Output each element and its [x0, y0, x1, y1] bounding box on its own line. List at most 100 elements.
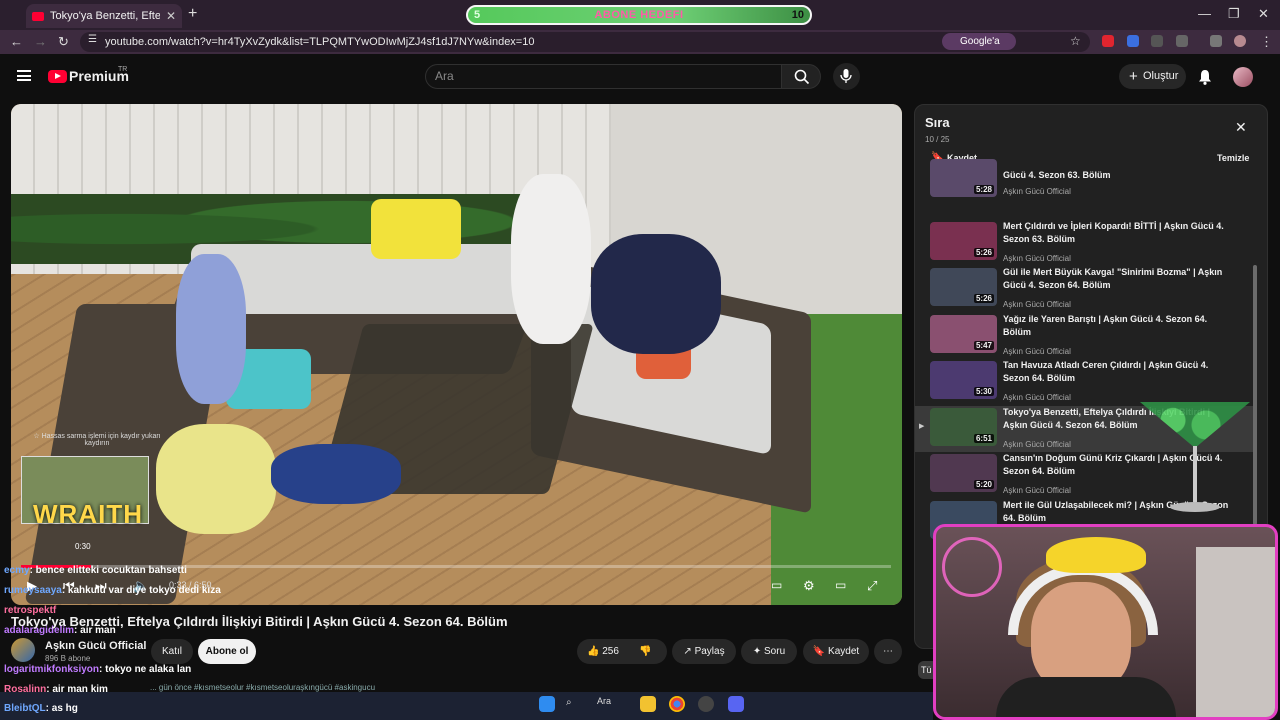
menu-hamburger-icon[interactable] — [17, 70, 31, 81]
chat-user: BleibtQL — [4, 703, 46, 714]
close-window-icon[interactable]: ✕ — [1258, 6, 1269, 22]
share-icon: ↗ — [683, 646, 692, 657]
file-explorer-icon[interactable] — [640, 696, 656, 712]
playlist-item-thumbnail[interactable]: 5:28 — [930, 159, 997, 197]
profile-avatar-icon[interactable] — [1234, 35, 1246, 47]
youtube-logo-icon[interactable] — [48, 70, 67, 83]
restore-icon[interactable]: ❐ — [1228, 6, 1240, 22]
join-button[interactable]: Katıl — [151, 639, 193, 664]
bookmark-star-icon[interactable]: ☆ — [1070, 34, 1081, 48]
url-field[interactable]: youtube.com/watch?v=hr4TyXvZydk&list=TLP… — [80, 32, 1090, 52]
playlist-item[interactable]: 5:26 Gül ile Mert Büyük Kavga! "Sinirimi … — [915, 266, 1253, 312]
extensions-puzzle-icon[interactable] — [1176, 35, 1188, 47]
fullscreen-icon[interactable]: ⤢ — [867, 578, 877, 594]
playlist-item[interactable]: 5:28 Gücü 4. Sezon 63. Bölüm Aşkın Gücü Of… — [915, 159, 1253, 219]
playlist-item-channel: Aşkın Gücü Official — [1003, 300, 1071, 309]
chat-user: logaritmikfonksiyon — [4, 664, 100, 675]
forward-icon[interactable]: → — [34, 34, 47, 49]
taskbar-search-icon[interactable]: ⌕ — [566, 697, 572, 708]
playlist-item[interactable]: 5:26 Mert Çıldırdı ve İpleri Kopardı! BİT… — [915, 220, 1253, 266]
app-icon[interactable] — [698, 696, 714, 712]
chrome-icon[interactable] — [669, 696, 685, 712]
playlist-item-duration: 5:20 — [973, 480, 994, 489]
goal-target: 10 — [791, 9, 804, 21]
chat-message: rumeysaaya: kahkulu var diye tokyo dedi … — [4, 585, 221, 596]
site-info-icon[interactable]: ☰ — [88, 34, 97, 45]
video-frame-yellow-cushion — [371, 199, 461, 259]
chat-text: : tokyo ne alaka lan — [99, 664, 192, 675]
like-button[interactable]: 👍 256 👎 — [577, 639, 667, 664]
video-frame-person — [511, 174, 591, 344]
sparkle-icon: ✦ — [752, 646, 762, 657]
account-avatar[interactable] — [1233, 67, 1253, 87]
back-icon[interactable]: ← — [10, 34, 23, 49]
extension-icon[interactable] — [1102, 35, 1114, 47]
playlist-item-thumbnail[interactable]: 5:20 — [930, 454, 997, 492]
channel-name[interactable]: Aşkın Gücü Official — [45, 640, 146, 652]
media-icon[interactable] — [1210, 35, 1222, 47]
playlist-item-title: Mert Çıldırdı ve İpleri Kopardı! BİTTİ |… — [1003, 221, 1224, 244]
settings-gear-icon[interactable]: ⚙ — [803, 578, 815, 594]
glass-bowl — [1140, 402, 1250, 448]
playlist-item-duration: 5:26 — [973, 248, 994, 257]
chat-text: : bence elitteki cocuktan bahsetti — [29, 565, 187, 576]
playlist-count: 10 / 25 — [925, 135, 950, 144]
browser-menu-icon[interactable]: ⋮ — [1260, 34, 1273, 50]
hover-time: 0:30 — [75, 542, 91, 551]
create-label: Oluştur — [1143, 70, 1179, 82]
tu-label: Tü — [921, 665, 932, 675]
playlist-item-thumbnail[interactable]: 5:26 — [930, 222, 997, 260]
playlist-item-thumbnail[interactable]: 5:30 — [930, 361, 997, 399]
video-frame-person — [176, 254, 246, 404]
martini-glass-overlay — [1140, 398, 1250, 522]
theater-mode-icon[interactable]: ▭ — [835, 578, 846, 592]
windows-start-icon[interactable] — [539, 696, 555, 712]
ask-button[interactable]: ✦ Soru — [741, 639, 797, 664]
minimize-icon[interactable]: — — [1198, 6, 1211, 21]
share-button[interactable]: ↗ Paylaş — [672, 639, 736, 664]
more-icon: ⋯ — [883, 646, 893, 657]
new-tab-icon[interactable]: + — [188, 5, 197, 23]
playlist-scrollbar[interactable] — [1253, 265, 1257, 525]
create-button[interactable]: + Oluştur — [1119, 64, 1186, 89]
more-actions-button[interactable]: ⋯ — [874, 639, 902, 664]
microphone-icon — [840, 69, 852, 83]
address-bar-row: ← → ↻ youtube.com/watch?v=hr4TyXvZydk&li… — [0, 30, 1280, 64]
playlist-item-thumbnail[interactable]: 5:47 — [930, 315, 997, 353]
subscriber-count: 896 B abone — [45, 654, 91, 663]
video-player[interactable]: ☆ Hassas sarma işlemi için kaydır yukarı… — [11, 104, 902, 605]
search-input[interactable]: Ara — [425, 64, 782, 89]
close-playlist-icon[interactable]: ✕ — [1235, 119, 1247, 136]
ask-label: Soru — [764, 646, 786, 657]
playlist-item-thumbnail[interactable]: 5:26 — [930, 268, 997, 306]
close-tab-icon[interactable]: ✕ — [166, 9, 176, 23]
playlist-clear-button[interactable]: Temizle — [1217, 153, 1249, 163]
ask-google-button[interactable]: Google'a Sor — [942, 33, 1016, 64]
playlist-item[interactable]: 5:47 Yağız ile Yaren Barıştı | Aşkın Gücü… — [915, 313, 1253, 359]
bookmark-icon: 🔖 — [812, 646, 826, 657]
playlist-item-channel: Aşkın Gücü Official — [1003, 347, 1071, 356]
playlist-item-title: Yağız ile Yaren Barıştı | Aşkın Gücü 4. … — [1003, 314, 1208, 337]
search-button[interactable] — [781, 64, 821, 89]
channel-avatar[interactable] — [11, 638, 35, 662]
subtitles-icon[interactable]: ▭ — [771, 578, 782, 592]
playlist-item-thumbnail[interactable]: 6:51 — [930, 408, 997, 446]
playlist-title: Sıra — [925, 115, 950, 130]
playlist-item-channel: Aşkın Gücü Official — [1003, 254, 1071, 263]
thumbs-up-icon: 👍 — [587, 646, 600, 657]
subscribe-button[interactable]: Abone ol — [198, 639, 256, 664]
video-frame-person — [271, 444, 401, 504]
browser-tab[interactable]: Tokyo'ya Benzetti, Eftelya Çıldırdı ✕ — [26, 4, 182, 28]
hashtags[interactable]: ... gün önce #kısmetseolur #kısmetseolur… — [150, 683, 375, 692]
discord-icon[interactable] — [728, 696, 744, 712]
search-icon — [794, 69, 810, 85]
extension-icon[interactable] — [1127, 35, 1139, 47]
taskbar-search[interactable]: Ara — [597, 696, 611, 706]
reload-icon[interactable]: ↻ — [58, 34, 69, 50]
save-button[interactable]: 🔖 Kaydet — [803, 639, 869, 664]
playlist-item-title: Tan Havuza Atladı Ceren Çıldırdı | Aşkın… — [1003, 360, 1209, 383]
thumbs-down-icon[interactable]: 👎 — [639, 639, 651, 664]
extension-icon[interactable] — [1151, 35, 1163, 47]
voice-search-button[interactable] — [833, 63, 860, 90]
notifications-bell-icon[interactable] — [1198, 69, 1212, 85]
